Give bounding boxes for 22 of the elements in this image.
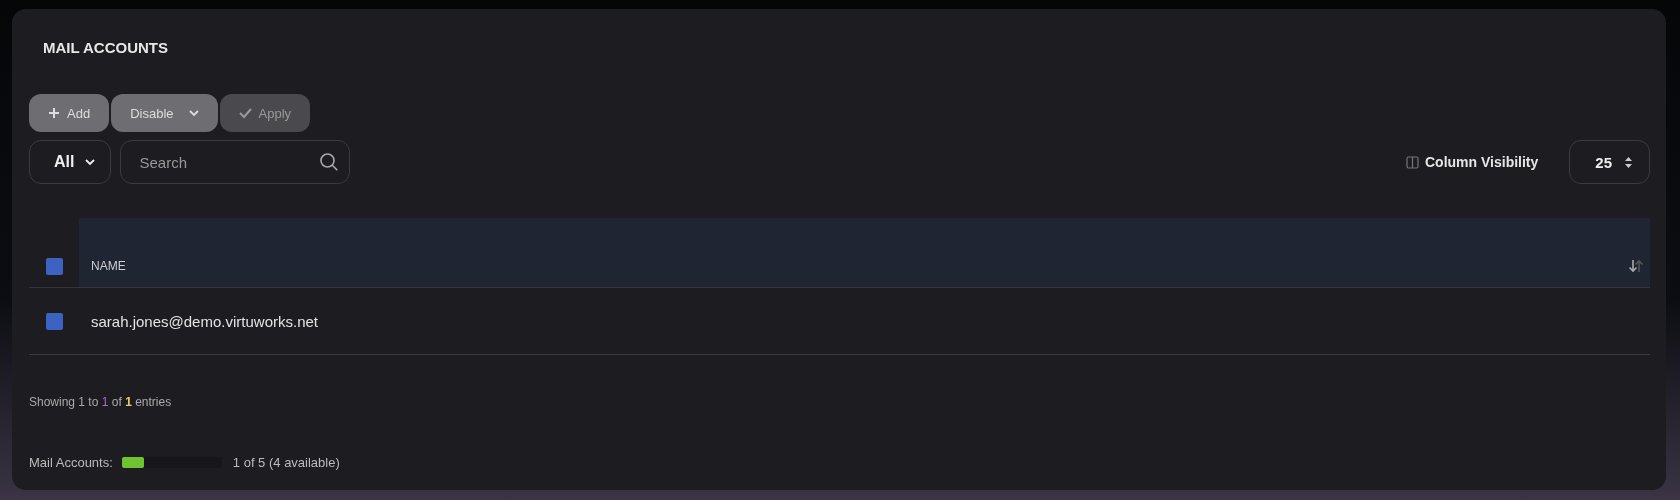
sort-icon: [1628, 259, 1644, 273]
select-all-checkbox[interactable]: [45, 258, 63, 275]
action-button[interactable]: Disable: [111, 94, 218, 132]
row-checkbox[interactable]: [45, 312, 63, 330]
entries-info: Showing 1 to 1 of 1 entries: [29, 395, 173, 409]
table-cell-text: sarah.jones@demo.virtuworks.net: [90, 311, 319, 332]
action-button[interactable]: Add: [29, 94, 110, 132]
sort-caret-icon: [1624, 155, 1633, 169]
filter-dropdown[interactable]: All: [29, 140, 112, 184]
column-header[interactable]: NAME: [79, 218, 1650, 287]
columns-icon: [1406, 155, 1419, 169]
caret-icon: [85, 158, 96, 166]
check-icon: [238, 107, 252, 119]
page-title: MAIL ACCOUNTS: [43, 39, 169, 56]
usage-reading: 1 of 5 (4 available): [232, 455, 340, 470]
plus-icon: [48, 107, 60, 119]
column-visibility-button[interactable]: Column Visibility: [1400, 153, 1545, 171]
page-size-select[interactable]: 25: [1569, 140, 1650, 184]
caret-icon: [188, 109, 199, 117]
usage-label: Mail Accounts:: [29, 455, 113, 470]
search-icon: [319, 152, 340, 172]
search-field[interactable]: Search: [120, 140, 351, 184]
